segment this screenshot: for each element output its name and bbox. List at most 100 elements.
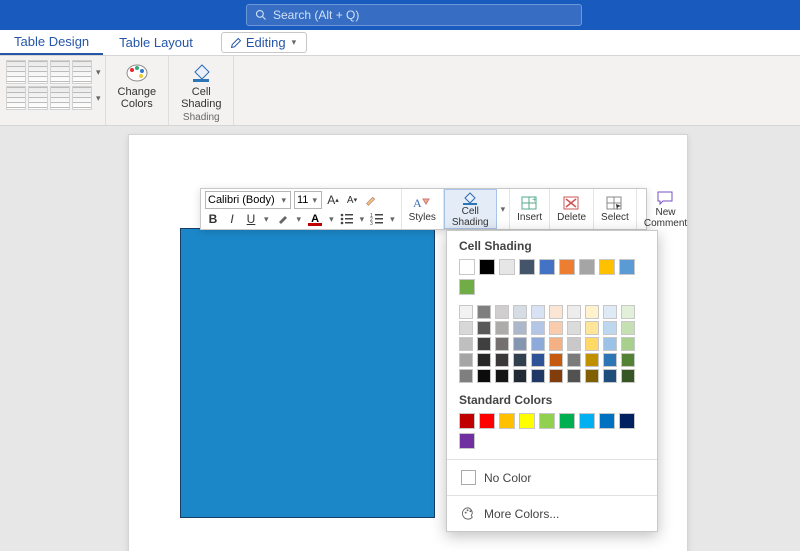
more-colors-item[interactable]: More Colors... bbox=[459, 502, 645, 525]
color-swatch[interactable] bbox=[495, 369, 509, 383]
color-swatch[interactable] bbox=[559, 413, 575, 429]
color-swatch[interactable] bbox=[559, 259, 575, 275]
color-swatch[interactable] bbox=[567, 321, 581, 335]
color-swatch[interactable] bbox=[513, 369, 527, 383]
new-comment-button[interactable]: New Comment bbox=[637, 189, 694, 229]
color-swatch[interactable] bbox=[621, 321, 635, 335]
color-swatch[interactable] bbox=[499, 259, 515, 275]
font-size-select[interactable]: 11▾ bbox=[294, 191, 322, 209]
numbering-button[interactable]: 123 bbox=[369, 211, 385, 227]
table-style-gallery[interactable]: ▾ bbox=[6, 60, 103, 84]
color-swatch[interactable] bbox=[579, 259, 595, 275]
color-swatch[interactable] bbox=[459, 305, 473, 319]
font-name-select[interactable]: Calibri (Body)▾ bbox=[205, 191, 291, 209]
color-swatch[interactable] bbox=[477, 369, 491, 383]
shrink-font-button[interactable]: A▾ bbox=[344, 192, 360, 208]
grow-font-button[interactable]: A▴ bbox=[325, 192, 341, 208]
color-swatch[interactable] bbox=[519, 413, 535, 429]
color-swatch[interactable] bbox=[603, 305, 617, 319]
color-swatch[interactable] bbox=[621, 305, 635, 319]
color-swatch[interactable] bbox=[495, 321, 509, 335]
color-swatch[interactable] bbox=[599, 259, 615, 275]
color-swatch[interactable] bbox=[603, 369, 617, 383]
color-swatch[interactable] bbox=[499, 413, 515, 429]
color-swatch[interactable] bbox=[619, 259, 635, 275]
color-swatch[interactable] bbox=[567, 369, 581, 383]
no-color-item[interactable]: No Color bbox=[459, 466, 645, 489]
color-swatch[interactable] bbox=[621, 353, 635, 367]
cell-shading-dropdown-arrow[interactable]: ▾ bbox=[497, 189, 511, 229]
color-swatch[interactable] bbox=[619, 413, 635, 429]
color-swatch[interactable] bbox=[495, 337, 509, 351]
color-swatch[interactable] bbox=[579, 413, 595, 429]
color-swatch[interactable] bbox=[539, 413, 555, 429]
color-swatch[interactable] bbox=[603, 321, 617, 335]
color-swatch[interactable] bbox=[585, 321, 599, 335]
color-swatch[interactable] bbox=[513, 321, 527, 335]
color-swatch[interactable] bbox=[459, 279, 475, 295]
bullets-button[interactable] bbox=[339, 211, 355, 227]
color-swatch[interactable] bbox=[479, 259, 495, 275]
styles-button[interactable]: A Styles bbox=[402, 189, 444, 229]
format-painter-button[interactable] bbox=[363, 192, 379, 208]
color-swatch[interactable] bbox=[531, 353, 545, 367]
font-color-button[interactable]: A bbox=[306, 211, 324, 227]
color-swatch[interactable] bbox=[459, 259, 475, 275]
color-swatch[interactable] bbox=[459, 413, 475, 429]
color-swatch[interactable] bbox=[599, 413, 615, 429]
color-swatch[interactable] bbox=[513, 305, 527, 319]
color-swatch[interactable] bbox=[549, 337, 563, 351]
editing-mode-dropdown[interactable]: Editing ▾ bbox=[221, 32, 307, 53]
color-swatch[interactable] bbox=[567, 337, 581, 351]
color-swatch[interactable] bbox=[459, 353, 473, 367]
color-swatch[interactable] bbox=[585, 337, 599, 351]
color-swatch[interactable] bbox=[519, 259, 535, 275]
selected-table-cell[interactable] bbox=[180, 228, 435, 518]
color-swatch[interactable] bbox=[621, 369, 635, 383]
color-swatch[interactable] bbox=[513, 337, 527, 351]
cell-shading-split-button[interactable]: Cell Shading bbox=[444, 189, 497, 229]
color-swatch[interactable] bbox=[531, 321, 545, 335]
color-swatch[interactable] bbox=[495, 353, 509, 367]
color-swatch[interactable] bbox=[531, 305, 545, 319]
cell-shading-button[interactable]: Cell Shading bbox=[175, 60, 227, 112]
color-swatch[interactable] bbox=[477, 321, 491, 335]
color-swatch[interactable] bbox=[549, 369, 563, 383]
color-swatch[interactable] bbox=[459, 433, 475, 449]
search-box[interactable]: Search (Alt + Q) bbox=[246, 4, 582, 26]
color-swatch[interactable] bbox=[531, 337, 545, 351]
color-swatch[interactable] bbox=[549, 321, 563, 335]
color-swatch[interactable] bbox=[495, 305, 509, 319]
color-swatch[interactable] bbox=[549, 305, 563, 319]
insert-button[interactable]: + Insert bbox=[510, 189, 550, 229]
italic-button[interactable]: I bbox=[224, 211, 240, 227]
table-style-gallery-row2[interactable]: ▾ bbox=[6, 86, 103, 110]
color-swatch[interactable] bbox=[459, 369, 473, 383]
color-swatch[interactable] bbox=[567, 305, 581, 319]
select-button[interactable]: Select bbox=[594, 189, 637, 229]
highlight-color-button[interactable] bbox=[274, 211, 292, 227]
color-swatch[interactable] bbox=[585, 305, 599, 319]
color-swatch[interactable] bbox=[603, 353, 617, 367]
color-swatch[interactable] bbox=[585, 353, 599, 367]
color-swatch[interactable] bbox=[477, 337, 491, 351]
underline-button[interactable]: U bbox=[243, 211, 259, 227]
color-swatch[interactable] bbox=[603, 337, 617, 351]
color-swatch[interactable] bbox=[479, 413, 495, 429]
color-swatch[interactable] bbox=[549, 353, 563, 367]
tab-table-layout[interactable]: Table Layout bbox=[105, 30, 207, 55]
color-swatch[interactable] bbox=[477, 353, 491, 367]
tab-table-design[interactable]: Table Design bbox=[0, 30, 103, 55]
color-swatch[interactable] bbox=[477, 305, 491, 319]
color-swatch[interactable] bbox=[585, 369, 599, 383]
color-swatch[interactable] bbox=[539, 259, 555, 275]
color-swatch[interactable] bbox=[567, 353, 581, 367]
change-colors-button[interactable]: Change Colors bbox=[112, 60, 163, 112]
color-swatch[interactable] bbox=[459, 337, 473, 351]
bold-button[interactable]: B bbox=[205, 211, 221, 227]
color-swatch[interactable] bbox=[531, 369, 545, 383]
color-swatch[interactable] bbox=[621, 337, 635, 351]
delete-button[interactable]: Delete bbox=[550, 189, 594, 229]
color-swatch[interactable] bbox=[513, 353, 527, 367]
color-swatch[interactable] bbox=[459, 321, 473, 335]
